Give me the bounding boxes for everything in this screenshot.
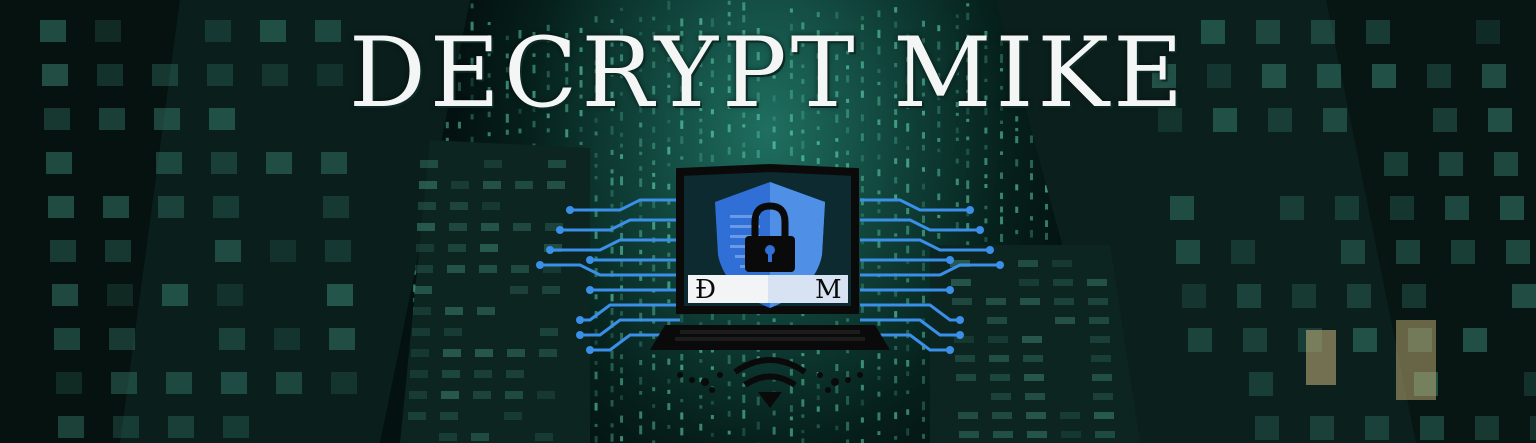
banner: DECRYPT MIKE Đ M xyxy=(0,0,1536,443)
wifi-icon xyxy=(733,357,807,388)
logo-emblem xyxy=(536,163,1004,408)
logo-initial-right: M xyxy=(815,275,842,305)
banner-title: DECRYPT MIKE xyxy=(348,17,1188,129)
logo-initial-left: Đ xyxy=(695,275,716,305)
